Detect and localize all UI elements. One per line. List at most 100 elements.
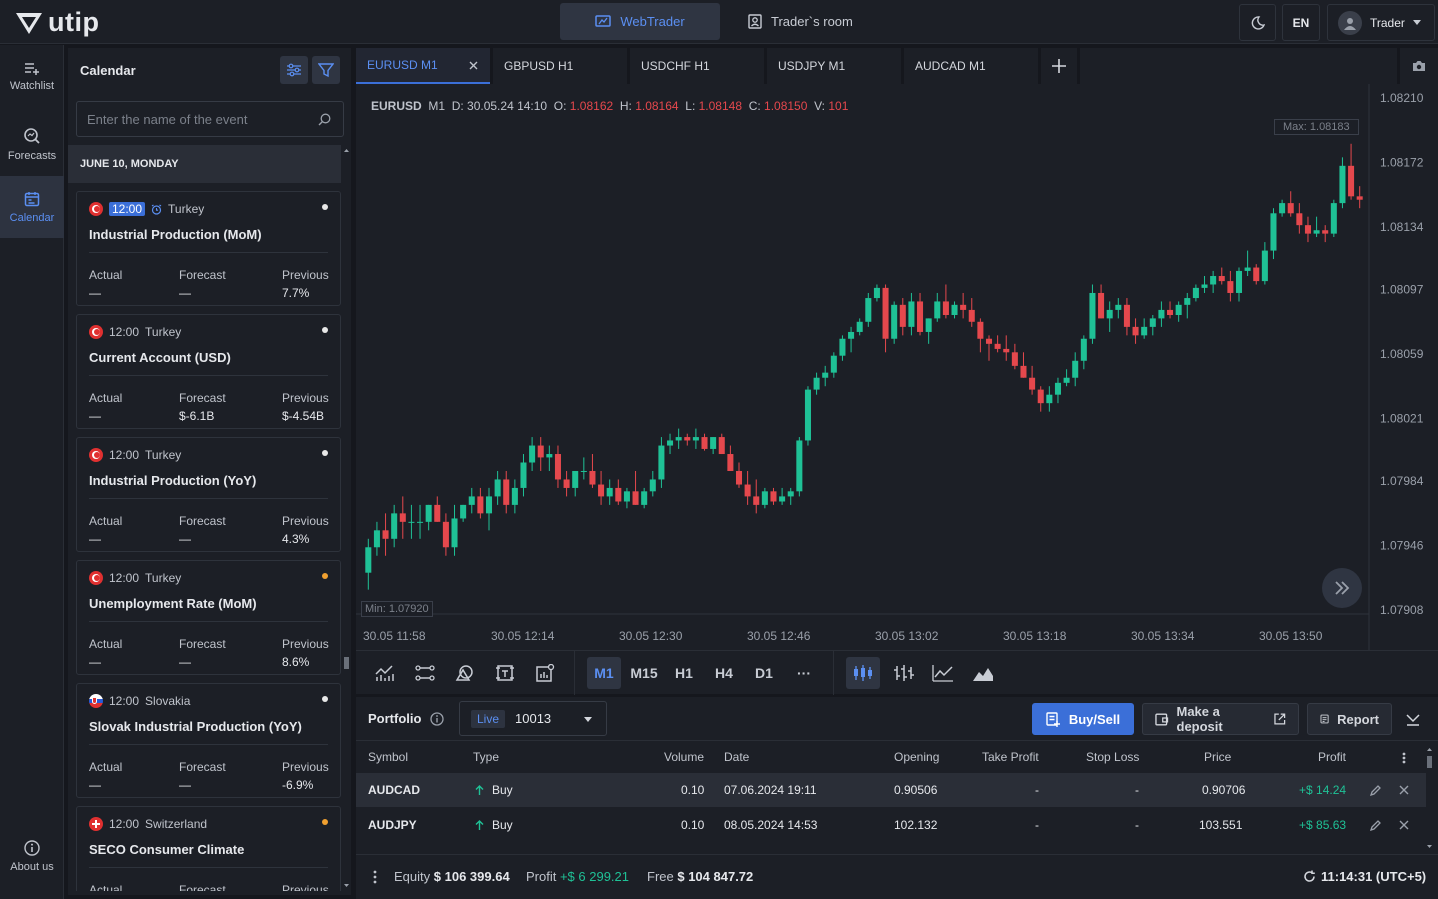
y-tick-label: 1.08134 bbox=[1380, 220, 1424, 234]
tab-usdjpy-m1[interactable]: USDJPY M1 bbox=[767, 48, 901, 84]
x-tick-label: 30.05 12:46 bbox=[747, 629, 811, 643]
price-chart[interactable]: 1.08210 1.08172 1.08134 1.08097 1.08059 1.080… bbox=[356, 84, 1438, 650]
chart-settings-button[interactable] bbox=[530, 657, 560, 689]
col-profit[interactable]: Profit bbox=[1318, 742, 1346, 772]
report-button[interactable]: Report bbox=[1307, 703, 1392, 735]
info-icon[interactable] bbox=[430, 712, 444, 726]
filter-button[interactable] bbox=[312, 56, 340, 84]
candle-body bbox=[1115, 304, 1122, 310]
event-meta: 12:00 Slovakia bbox=[89, 694, 190, 708]
timeframe-d1[interactable]: D1 bbox=[749, 657, 779, 689]
indicators-button[interactable] bbox=[370, 657, 400, 689]
add-tab-button[interactable] bbox=[1041, 48, 1077, 84]
about-us-button[interactable]: About us bbox=[0, 825, 64, 887]
calendar-title: Calendar bbox=[80, 62, 136, 78]
event-card[interactable]: 12:00 Turkey Industrial Production (MoM)… bbox=[76, 191, 341, 306]
columns-menu-icon[interactable] bbox=[1402, 752, 1406, 764]
user-menu-button[interactable]: Trader bbox=[1327, 4, 1435, 41]
close-icon[interactable] bbox=[469, 61, 478, 70]
event-divider bbox=[89, 621, 328, 622]
fit-tool-button[interactable] bbox=[490, 657, 520, 689]
event-search-input[interactable]: Enter the name of the event bbox=[76, 101, 344, 137]
timeframe-m1[interactable]: M1 bbox=[587, 657, 621, 689]
col-opening[interactable]: Opening bbox=[894, 742, 939, 772]
shapes-tool-button[interactable] bbox=[450, 657, 480, 689]
sidebar-item-forecasts[interactable]: Forecasts bbox=[0, 113, 64, 175]
candle-body bbox=[572, 470, 579, 488]
close-position-icon[interactable] bbox=[1399, 785, 1409, 795]
timeframe-h1[interactable]: H1 bbox=[669, 657, 699, 689]
settings-button[interactable] bbox=[280, 56, 308, 84]
x-tick-label: 30.05 13:34 bbox=[1131, 629, 1195, 643]
candle-body bbox=[606, 487, 613, 497]
y-tick-label: 1.07908 bbox=[1380, 603, 1424, 617]
account-selector[interactable]: Live 10013 bbox=[459, 701, 607, 736]
col-stop-loss[interactable]: Stop Loss bbox=[1086, 742, 1139, 772]
table-scrollbar[interactable] bbox=[1425, 744, 1434, 852]
event-card[interactable]: 12:00 Turkey Industrial Production (YoY)… bbox=[76, 437, 341, 552]
event-card[interactable]: 12:00 Slovakia Slovak Industrial Product… bbox=[76, 683, 341, 798]
more-timeframes-button[interactable]: ··· bbox=[789, 657, 819, 689]
event-meta: 12:00 Switzerland bbox=[89, 817, 207, 831]
candle-body bbox=[882, 287, 889, 339]
portfolio-title: Portfolio bbox=[368, 711, 422, 726]
scroll-to-latest-button[interactable] bbox=[1322, 568, 1362, 608]
col-take-profit[interactable]: Take Profit bbox=[982, 742, 1039, 772]
area-chart-button[interactable] bbox=[968, 657, 998, 689]
candle-body bbox=[951, 304, 958, 316]
col-volume[interactable]: Volume bbox=[664, 742, 704, 772]
bars-chart-button[interactable] bbox=[888, 657, 918, 689]
previous-value: 8.6% bbox=[282, 655, 310, 669]
buy-sell-button[interactable]: Buy/Sell bbox=[1032, 703, 1134, 735]
theme-toggle-button[interactable] bbox=[1239, 4, 1276, 41]
collapse-icon[interactable] bbox=[1406, 712, 1420, 726]
event-card[interactable]: 12:00 Switzerland SECO Consumer Climate … bbox=[76, 806, 341, 891]
footer-menu-icon[interactable] bbox=[373, 870, 377, 884]
double-chevron-right-icon bbox=[1335, 581, 1350, 595]
tab-audcad-m1[interactable]: AUDCAD M1 bbox=[904, 48, 1038, 84]
logo-text: utip bbox=[48, 7, 100, 37]
event-card[interactable]: 12:00 Turkey Current Account (USD) Actua… bbox=[76, 314, 341, 429]
candle-body bbox=[425, 504, 432, 522]
event-meta: 12:00 Turkey bbox=[89, 202, 204, 216]
table-row[interactable]: AUDJPY Buy 0.10 08.05.2024 14:53 102.132… bbox=[356, 808, 1426, 842]
tab-eurusd-m1[interactable]: EURUSD M1 bbox=[356, 48, 490, 84]
edit-icon[interactable] bbox=[1370, 784, 1382, 796]
col-price[interactable]: Price bbox=[1204, 742, 1231, 772]
x-tick-label: 30.05 13:50 bbox=[1259, 629, 1323, 643]
traders-room-nav-button[interactable]: Trader`s room bbox=[734, 3, 867, 40]
tab-usdchf-h1[interactable]: USDCHF H1 bbox=[630, 48, 764, 84]
make-deposit-button[interactable]: Make a deposit bbox=[1142, 703, 1299, 735]
event-time: 12:00 bbox=[109, 448, 140, 462]
screenshot-button[interactable] bbox=[1400, 48, 1438, 84]
timeframe-m15[interactable]: M15 bbox=[627, 657, 661, 689]
timeframe-h4[interactable]: H4 bbox=[709, 657, 739, 689]
line-tool-icon bbox=[415, 665, 435, 681]
col-date[interactable]: Date bbox=[724, 742, 749, 772]
language-button[interactable]: EN bbox=[1282, 4, 1320, 41]
sidebar-item-watchlist[interactable]: Watchlist bbox=[0, 45, 64, 107]
candle-body bbox=[1106, 309, 1113, 319]
logo[interactable]: utip bbox=[14, 7, 99, 38]
lines-tool-button[interactable] bbox=[410, 657, 440, 689]
calendar-scrollbar[interactable] bbox=[342, 145, 351, 893]
webtrader-nav-button[interactable]: WebTrader bbox=[560, 3, 720, 40]
candlestick-chart[interactable]: 1.08210 1.08172 1.08134 1.08097 1.08059 1.080… bbox=[356, 84, 1438, 650]
col-symbol[interactable]: Symbol bbox=[368, 742, 408, 772]
candle-body bbox=[1210, 276, 1217, 285]
event-card[interactable]: 12:00 Turkey Unemployment Rate (MoM) Act… bbox=[76, 560, 341, 675]
col-type[interactable]: Type bbox=[473, 742, 499, 772]
candles-chart-button[interactable] bbox=[846, 657, 880, 689]
event-actual: Actual bbox=[89, 881, 122, 891]
tab-gbpusd-h1[interactable]: GBPUSD H1 bbox=[493, 48, 627, 84]
chart-volume: 101 bbox=[828, 99, 849, 113]
candle-body bbox=[1123, 304, 1130, 327]
sidebar-item-calendar[interactable]: Calendar bbox=[0, 176, 64, 238]
close-position-icon[interactable] bbox=[1399, 820, 1409, 830]
line-chart-button[interactable] bbox=[928, 657, 958, 689]
candle-body bbox=[391, 513, 398, 539]
edit-icon[interactable] bbox=[1370, 819, 1382, 831]
event-time: 12:00 bbox=[109, 694, 140, 708]
candle-body bbox=[1253, 267, 1260, 282]
table-row[interactable]: AUDCAD Buy 0.10 07.06.2024 19:11 0.90506… bbox=[356, 773, 1426, 807]
